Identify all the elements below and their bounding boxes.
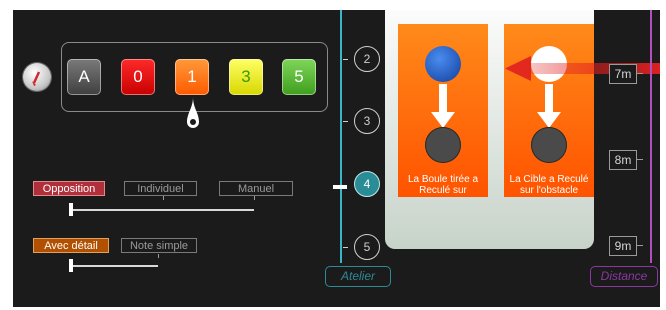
gray-ball-icon bbox=[425, 127, 461, 163]
panel-cible-line1: La Cible a Reculé bbox=[509, 174, 589, 185]
mode-individuel-button[interactable]: Individuel bbox=[124, 181, 197, 196]
atelier-number-4[interactable]: 4 bbox=[354, 171, 380, 197]
distance-label[interactable]: Distance bbox=[590, 266, 658, 287]
panel-boule[interactable]: La Boule tirée a Reculé sur bbox=[398, 24, 488, 197]
panel-boule-line2: Reculé sur bbox=[419, 185, 467, 196]
detail-tick bbox=[158, 254, 159, 258]
gray-ball-icon bbox=[531, 127, 567, 163]
detail-note-simple-button[interactable]: Note simple bbox=[121, 238, 197, 253]
ruler-dash bbox=[343, 59, 348, 60]
score-a-button[interactable]: A bbox=[67, 59, 101, 95]
atelier-ruler bbox=[340, 10, 342, 263]
blue-ball-icon bbox=[425, 46, 461, 82]
mode-tick bbox=[163, 196, 164, 200]
score-5-button[interactable]: 5 bbox=[282, 59, 316, 95]
detail-slider-track[interactable] bbox=[70, 265, 158, 267]
detail-avec-button[interactable]: Avec détail bbox=[33, 238, 109, 253]
score-1-button[interactable]: 1 bbox=[175, 59, 209, 95]
result-card: La Boule tirée a Reculé sur La Cible a R… bbox=[385, 10, 594, 249]
panel-cible-text: La Cible a Reculé sur l'obstacle bbox=[504, 174, 594, 196]
distance-ruler bbox=[650, 10, 652, 263]
ruler-dash bbox=[343, 247, 348, 248]
mode-tick bbox=[254, 196, 255, 200]
atelier-active-marker bbox=[333, 185, 347, 189]
reset-icon bbox=[32, 71, 41, 86]
atelier-number-2[interactable]: 2 bbox=[354, 46, 380, 72]
ruler-dash bbox=[343, 121, 348, 122]
mode-manuel-button[interactable]: Manuel bbox=[219, 181, 293, 196]
distance-marker-8m[interactable]: 8m bbox=[609, 150, 637, 170]
atelier-label[interactable]: Atelier bbox=[325, 266, 391, 287]
score-0-button[interactable]: 0 bbox=[121, 59, 155, 95]
meter-dash bbox=[637, 159, 643, 160]
meter-dash bbox=[637, 245, 643, 246]
detail-slider-handle[interactable] bbox=[69, 259, 73, 272]
mode-slider-track[interactable] bbox=[70, 209, 254, 211]
down-arrow-icon bbox=[431, 84, 455, 128]
panel-boule-text: La Boule tirée a Reculé sur bbox=[398, 174, 488, 196]
reset-button[interactable] bbox=[23, 63, 51, 91]
down-arrow-icon bbox=[537, 84, 561, 128]
selection-pointer-icon bbox=[187, 97, 199, 128]
atelier-number-5[interactable]: 5 bbox=[354, 234, 380, 260]
panel-boule-line1: La Boule tirée a bbox=[407, 174, 479, 185]
mode-slider-handle[interactable] bbox=[69, 203, 73, 216]
score-3-button[interactable]: 3 bbox=[229, 59, 263, 95]
meter-dash bbox=[637, 73, 643, 74]
mode-opposition-button[interactable]: Opposition bbox=[33, 181, 105, 196]
panel-cible[interactable]: La Cible a Reculé sur l'obstacle bbox=[504, 24, 594, 197]
atelier-number-3[interactable]: 3 bbox=[354, 108, 380, 134]
app-screen: A 0 1 3 5 Opposition Individuel Manuel A… bbox=[13, 10, 660, 307]
panel-cible-line2: sur l'obstacle bbox=[519, 185, 579, 196]
distance-marker-7m[interactable]: 7m bbox=[609, 64, 637, 84]
distance-marker-9m[interactable]: 9m bbox=[609, 236, 637, 256]
